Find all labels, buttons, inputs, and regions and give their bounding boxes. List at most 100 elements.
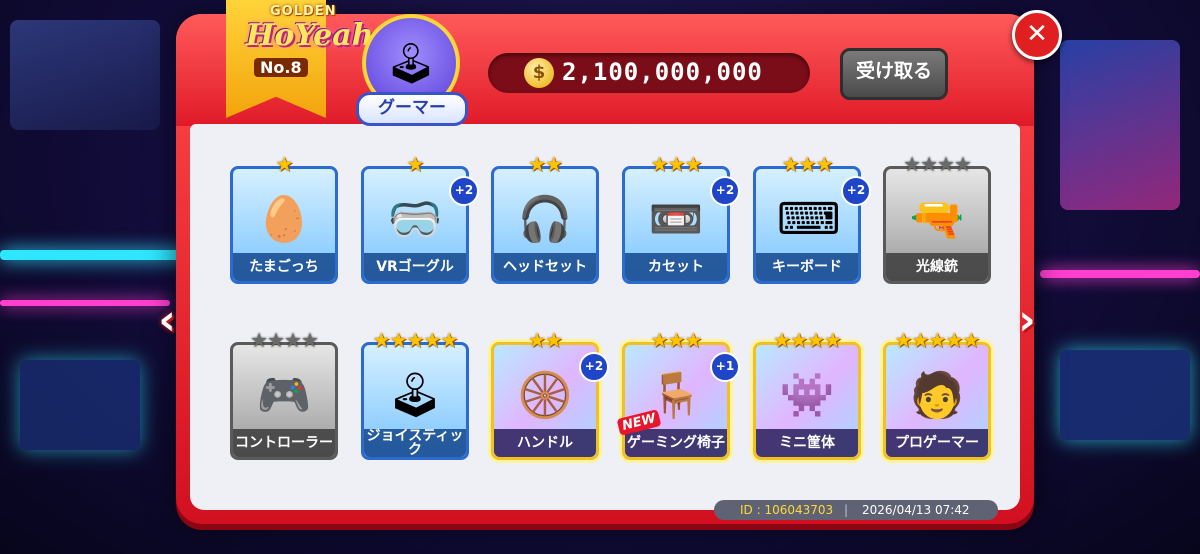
card-stars: ★ (361, 152, 469, 176)
star-icon: ★ (545, 328, 563, 352)
star-icon: ★ (773, 328, 791, 352)
card-label: ジョイスティック (364, 429, 466, 457)
card-label: プロゲーマー (886, 429, 988, 457)
star-icon: ★ (545, 152, 563, 176)
star-icon: ★ (667, 328, 686, 352)
star-icon: ★ (815, 152, 833, 176)
star-icon: ★ (911, 328, 930, 352)
claim-button[interactable]: 受け取る (840, 48, 948, 100)
duplicate-count-badge: +1 (710, 352, 740, 382)
star-icon: ★ (300, 328, 319, 352)
background-monitor (1060, 350, 1190, 440)
card-label: ゲーミング椅子 (625, 429, 727, 457)
card-item[interactable]: ★★★★★ 🕹 ジョイスティック (361, 328, 469, 460)
card-item[interactable]: ★★★ 📼 カセット +2 (622, 152, 740, 284)
card-stars: ★★ (491, 328, 599, 352)
star-icon: ★ (389, 328, 408, 352)
footer-separator: | (844, 503, 849, 517)
card-item[interactable]: ★ 🥽 VRゴーグル +2 (361, 152, 479, 284)
card-item[interactable]: ★ 🥚 たまごっち (230, 152, 338, 284)
card-item[interactable]: ★★★ 🪑 ゲーミング椅子 +1 NEW (616, 328, 740, 460)
card-stars: ★★ (491, 152, 599, 176)
star-icon: ★ (684, 152, 702, 176)
card-stars: ★★★ (622, 152, 730, 176)
star-icon: ★ (962, 328, 980, 352)
card-label: キーボード (756, 253, 858, 281)
headset-icon: 🎧 (517, 194, 573, 245)
card-item[interactable]: ★★ 🎧 ヘッドセット (491, 152, 599, 284)
logo-hoyeah: HoYeah (246, 18, 374, 53)
card-label: コントローラー (233, 429, 335, 457)
pro-gamer-icon: 🧑 (909, 370, 965, 421)
player-id: ID : 106043703 (740, 503, 834, 517)
mini-arcade-icon: 👾 (779, 370, 835, 421)
logo-golden-text: GOLDEN (270, 4, 337, 19)
star-icon: ★ (275, 152, 294, 176)
ray-gun-icon: 🔫 (909, 194, 965, 245)
joystick-icon: 🕹 (387, 370, 443, 421)
close-button[interactable]: ✕ (1012, 10, 1062, 60)
background-monitor (20, 360, 140, 450)
card-label: カセット (625, 253, 727, 281)
star-icon: ★ (440, 328, 458, 352)
star-icon: ★ (250, 328, 268, 352)
card-label: ヘッドセット (494, 253, 596, 281)
card-stars: ★★★★★ (361, 328, 469, 352)
card-item[interactable]: ★★★★ 🎮 コントローラー (230, 328, 338, 460)
card-stars: ★★★★ (753, 328, 861, 352)
card-item[interactable]: ★★ 🛞 ハンドル +2 (491, 328, 609, 460)
footer-bar: ID : 106043703 | 2026/04/13 07:42 (714, 500, 998, 520)
duplicate-count-badge: +2 (579, 352, 609, 382)
star-icon: ★ (650, 152, 669, 176)
star-icon: ★ (528, 328, 546, 352)
background-poster-right (1060, 40, 1180, 210)
previous-page-button[interactable]: ‹ (152, 294, 182, 346)
controller-icon: 🎮 (256, 370, 312, 421)
star-icon: ★ (781, 152, 800, 176)
card-stars: ★ (230, 152, 338, 176)
duplicate-count-badge: +2 (710, 176, 740, 206)
star-icon: ★ (372, 328, 391, 352)
album-title-label: グーマー (356, 92, 468, 126)
cassette-icon: 📼 (648, 194, 704, 245)
card-stars: ★★★ (622, 328, 730, 352)
star-icon: ★ (903, 152, 921, 176)
star-icon: ★ (684, 328, 702, 352)
card-item[interactable]: ★★★★★ 🧑 プロゲーマー (883, 328, 991, 460)
card-stars: ★★★★ (230, 328, 338, 352)
duplicate-count-badge: +2 (449, 176, 479, 206)
coin-icon: $ (524, 58, 554, 88)
star-icon: ★ (798, 152, 817, 176)
star-icon: ★ (423, 328, 441, 352)
card-label: ミニ筐体 (756, 429, 858, 457)
steering-wheel-icon: 🛞 (517, 370, 573, 421)
next-page-button[interactable]: › (1012, 294, 1042, 346)
card-stars: ★★★★ (883, 152, 991, 176)
card-label: ハンドル (494, 429, 596, 457)
timestamp: 2026/04/13 07:42 (862, 503, 970, 517)
star-icon: ★ (284, 328, 302, 352)
card-label: 光線銃 (886, 253, 988, 281)
card-item[interactable]: ★★★★ 👾 ミニ筐体 (753, 328, 861, 460)
star-icon: ★ (790, 328, 808, 352)
card-item[interactable]: ★★★★ 🔫 光線銃 (883, 152, 991, 284)
vr-goggles-icon: 🥽 (387, 194, 443, 245)
star-icon: ★ (945, 328, 963, 352)
background-neon-strip (0, 300, 170, 306)
card-item[interactable]: ★★★ ⌨ キーボード +2 (753, 152, 871, 284)
card-stars: ★★★ (753, 152, 861, 176)
background-neon-strip (0, 250, 190, 260)
star-icon: ★ (528, 152, 546, 176)
star-icon: ★ (953, 152, 972, 176)
star-icon: ★ (920, 152, 938, 176)
album-number: No.8 (254, 58, 308, 77)
star-icon: ★ (807, 328, 825, 352)
card-stars: ★★★★★ (883, 328, 991, 352)
star-icon: ★ (937, 152, 955, 176)
background-screen-left (10, 20, 160, 130)
star-icon: ★ (894, 328, 913, 352)
tamagotchi-icon: 🥚 (256, 194, 312, 245)
star-icon: ★ (650, 328, 669, 352)
star-icon: ★ (406, 328, 425, 352)
star-icon: ★ (928, 328, 947, 352)
